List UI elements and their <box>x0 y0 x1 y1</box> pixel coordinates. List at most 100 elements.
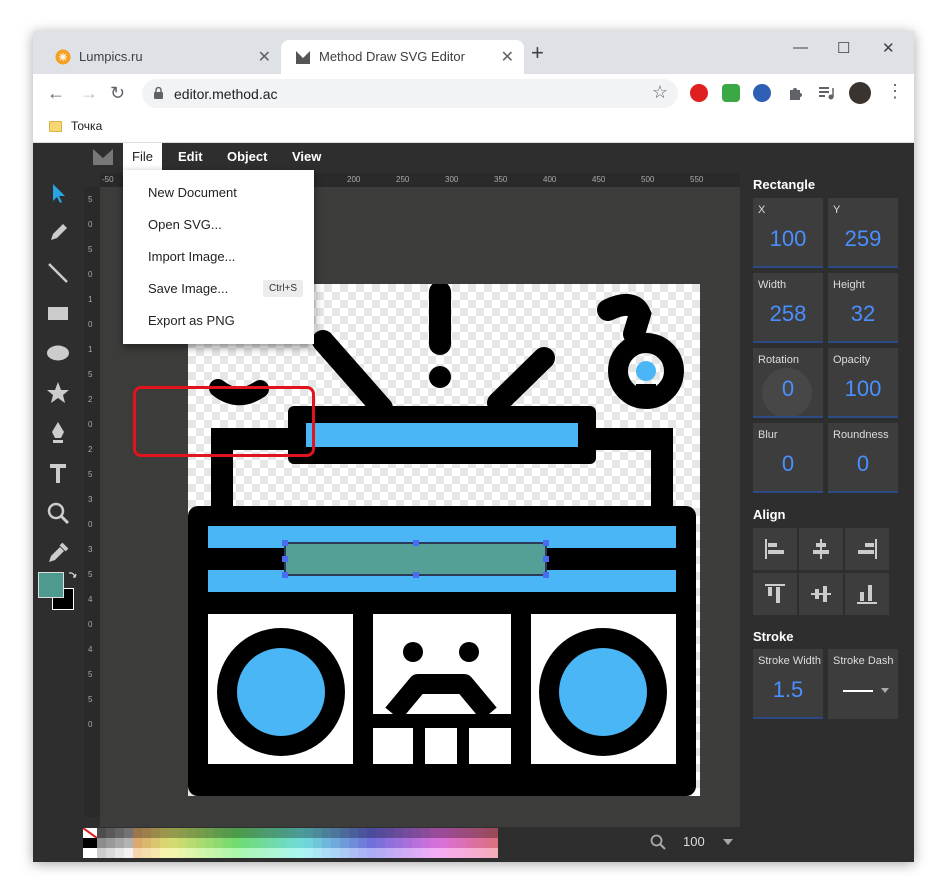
palette-swatch[interactable] <box>430 848 439 858</box>
palette-swatch[interactable] <box>223 848 232 858</box>
palette-swatch[interactable] <box>214 828 223 838</box>
palette-swatch[interactable] <box>205 848 214 858</box>
palette-swatch[interactable] <box>178 828 187 838</box>
align-top-button[interactable] <box>753 573 797 615</box>
palette-swatch[interactable] <box>97 828 106 838</box>
palette-swatch[interactable] <box>232 828 241 838</box>
palette-swatch[interactable] <box>349 828 358 838</box>
palette-swatch[interactable] <box>232 838 241 848</box>
palette-swatch[interactable] <box>403 838 412 848</box>
close-tab-icon[interactable]: ✕ <box>501 47 514 67</box>
palette-swatch[interactable] <box>115 848 124 858</box>
palette-swatches[interactable] <box>97 828 498 858</box>
x-field[interactable]: X 100 <box>753 198 823 268</box>
palette-swatch[interactable] <box>421 828 430 838</box>
palette-swatch[interactable] <box>313 828 322 838</box>
palette-swatch[interactable] <box>214 838 223 848</box>
palette-swatch[interactable] <box>457 828 466 838</box>
svg-canvas[interactable] <box>188 284 700 796</box>
zoom-icon[interactable] <box>45 500 71 526</box>
palette-swatch[interactable] <box>241 838 250 848</box>
palette-swatch[interactable] <box>484 828 493 838</box>
palette-swatch[interactable] <box>394 828 403 838</box>
palette-swatch[interactable] <box>385 828 394 838</box>
palette-swatch[interactable] <box>457 848 466 858</box>
palette-swatch[interactable] <box>349 838 358 848</box>
align-center-button[interactable] <box>799 528 843 570</box>
palette-swatch[interactable] <box>493 828 498 838</box>
palette-swatch[interactable] <box>277 848 286 858</box>
palette-swatch[interactable] <box>412 838 421 848</box>
palette-swatch[interactable] <box>340 828 349 838</box>
palette-swatch[interactable] <box>322 828 331 838</box>
address-bar[interactable]: editor.method.ac ☆ <box>142 79 678 108</box>
line-icon[interactable] <box>45 260 71 286</box>
menu-file[interactable]: File <box>123 143 162 170</box>
palette-swatch[interactable] <box>97 838 106 848</box>
palette-swatch[interactable] <box>133 838 142 848</box>
tab-lumpics[interactable]: Lumpics.ru ✕ <box>41 40 281 74</box>
minimize-icon[interactable]: — <box>793 39 808 56</box>
palette-swatch[interactable] <box>358 848 367 858</box>
palette-swatch[interactable] <box>160 848 169 858</box>
palette-swatch[interactable] <box>151 848 160 858</box>
palette-swatch[interactable] <box>259 848 268 858</box>
palette-swatch[interactable] <box>403 848 412 858</box>
text-icon[interactable] <box>45 460 71 486</box>
palette-swatch[interactable] <box>331 838 340 848</box>
palette-swatch[interactable] <box>106 828 115 838</box>
palette-swatch[interactable] <box>385 848 394 858</box>
menu-item-import-image[interactable]: Import Image... <box>148 249 235 264</box>
palette-swatch[interactable] <box>241 828 250 838</box>
palette-swatch[interactable] <box>367 838 376 848</box>
close-tab-icon[interactable]: ✕ <box>258 47 271 67</box>
palette-swatch[interactable] <box>412 848 421 858</box>
star-icon[interactable] <box>45 380 71 406</box>
opera-extension-icon[interactable] <box>690 84 708 102</box>
align-left-button[interactable] <box>753 528 797 570</box>
palette-swatch[interactable] <box>277 838 286 848</box>
tab-method-draw[interactable]: Method Draw SVG Editor ✕ <box>281 40 524 74</box>
browser-menu-icon[interactable]: ⋮ <box>886 81 904 102</box>
rotation-field[interactable]: Rotation 0 <box>753 348 823 418</box>
palette-swatch[interactable] <box>214 848 223 858</box>
palette-swatch[interactable] <box>358 828 367 838</box>
menu-item-open-svg[interactable]: Open SVG... <box>148 217 222 232</box>
palette-swatch[interactable] <box>241 848 250 858</box>
align-right-button[interactable] <box>845 528 889 570</box>
stroke-dash-field[interactable]: Stroke Dash <box>828 649 898 719</box>
palette-swatch[interactable] <box>196 848 205 858</box>
palette-swatch[interactable] <box>313 838 322 848</box>
stroke-width-field[interactable]: Stroke Width 1.5 <box>753 649 823 719</box>
palette-swatch[interactable] <box>358 838 367 848</box>
palette-swatch[interactable] <box>268 828 277 838</box>
palette-swatch[interactable] <box>115 828 124 838</box>
palette-swatch[interactable] <box>304 848 313 858</box>
menu-object[interactable]: Object <box>218 143 276 170</box>
palette-swatch[interactable] <box>232 848 241 858</box>
palette-swatch[interactable] <box>394 848 403 858</box>
palette-swatch[interactable] <box>178 838 187 848</box>
avatar[interactable] <box>849 82 871 104</box>
palette-swatch[interactable] <box>430 828 439 838</box>
palette-swatch[interactable] <box>196 828 205 838</box>
back-icon[interactable]: ← <box>47 83 65 104</box>
menu-edit[interactable]: Edit <box>169 143 212 170</box>
rectangle-icon[interactable] <box>45 300 71 326</box>
palette-swatch[interactable] <box>493 848 498 858</box>
palette-swatch[interactable] <box>304 838 313 848</box>
palette-swatch[interactable] <box>223 828 232 838</box>
palette-swatch[interactable] <box>250 848 259 858</box>
y-field[interactable]: Y 259 <box>828 198 898 268</box>
palette-swatch[interactable] <box>340 838 349 848</box>
palette-swatch[interactable] <box>286 848 295 858</box>
palette-swatch[interactable] <box>367 848 376 858</box>
palette-swatch[interactable] <box>493 838 498 848</box>
palette-swatch[interactable] <box>349 848 358 858</box>
swap-colors-icon[interactable] <box>67 571 77 581</box>
palette-swatch[interactable] <box>151 838 160 848</box>
checkmark-extension-icon[interactable] <box>722 84 740 102</box>
palette-swatch[interactable] <box>367 828 376 838</box>
palette-swatch[interactable] <box>385 838 394 848</box>
palette-swatch[interactable] <box>313 848 322 858</box>
